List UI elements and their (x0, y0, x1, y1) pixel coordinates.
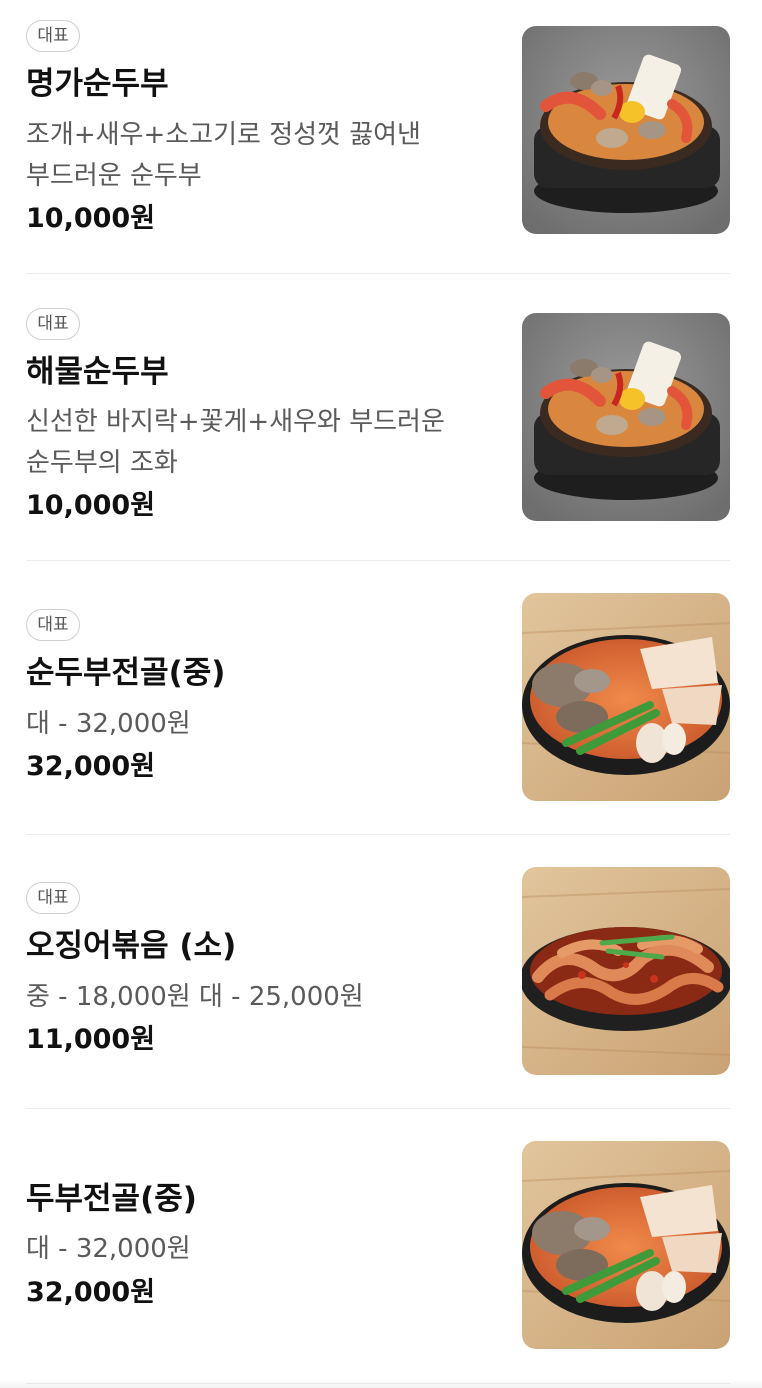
menu-item-price: 10,000원 (26, 490, 156, 521)
tofu-hotpot-photo (522, 1141, 730, 1349)
signature-badge: 대표 (26, 308, 80, 340)
menu-item[interactable]: 두부전골(중) 대 - 32,000원 32,000원 (0, 1109, 762, 1384)
menu-item-price: 10,000원 (26, 203, 156, 234)
menu-item-price: 32,000원 (26, 1277, 156, 1308)
menu-item-name: 해물순두부 (26, 354, 169, 390)
signature-badge: 대표 (26, 20, 80, 52)
menu-item[interactable]: 대표 해물순두부 신선한 바지락+꽃게+새우와 부드러운 순두부의 조화 10,… (0, 274, 762, 561)
menu-item-price: 11,000원 (26, 1024, 156, 1055)
signature-badge: 대표 (26, 609, 80, 641)
menu-item-description: 대 - 32,000원 (26, 709, 191, 739)
bottom-edge-shadow (0, 1380, 762, 1388)
menu-item-description: 신선한 바지락+꽃게+새우와 부드러운 순두부의 조화 (26, 407, 445, 478)
menu-item-description: 중 - 18,000원 대 - 25,000원 (26, 982, 364, 1012)
tofu-hotpot-photo (522, 593, 730, 801)
menu-item-description: 조개+새우+소고기로 정성껏 끓여낸 부드러운 순두부 (26, 120, 421, 191)
menu-item[interactable]: 대표 순두부전골(중) 대 - 32,000원 32,000원 (0, 561, 762, 835)
menu-item-name: 두부전골(중) (26, 1181, 197, 1217)
stir-fried-squid-photo (522, 867, 730, 1075)
menu-item-description: 대 - 32,000원 (26, 1234, 191, 1264)
menu-item[interactable]: 대표 명가순두부 조개+새우+소고기로 정성껏 끓여낸 부드러운 순두부 10,… (0, 0, 762, 274)
signature-badge: 대표 (26, 882, 80, 914)
menu-item-name: 오징어볶음 (소) (26, 928, 237, 964)
menu-item-name: 순두부전골(중) (26, 655, 226, 691)
seafood-tofu-stew-photo (522, 313, 730, 521)
menu-list: 대표 명가순두부 조개+새우+소고기로 정성껏 끓여낸 부드러운 순두부 10,… (0, 0, 762, 1388)
menu-item-name: 명가순두부 (26, 66, 169, 102)
menu-item-price: 32,000원 (26, 751, 156, 782)
menu-item[interactable]: 대표 오징어볶음 (소) 중 - 18,000원 대 - 25,000원 11,… (0, 835, 762, 1109)
soft-tofu-stew-photo (522, 26, 730, 234)
